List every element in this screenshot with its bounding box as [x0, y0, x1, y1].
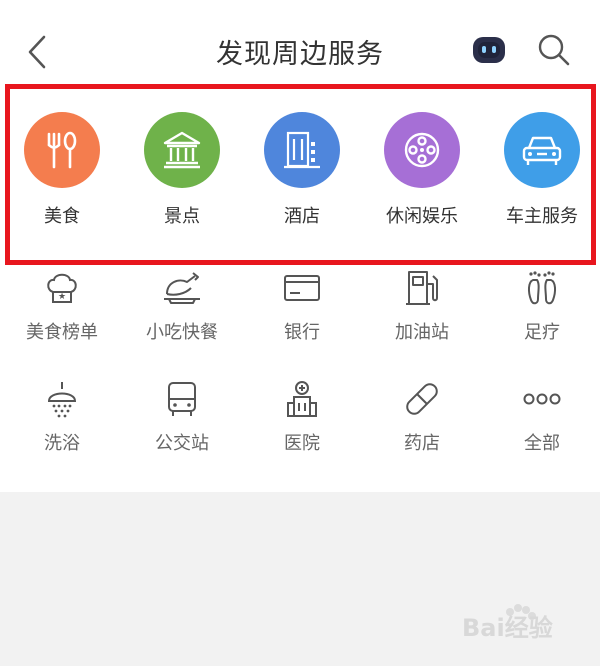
subcategory-label: 加油站	[395, 322, 449, 343]
subcategory-label: 医院	[284, 433, 320, 454]
bank-card-icon	[284, 275, 320, 301]
highlight-box	[5, 84, 596, 265]
svg-text:★: ★	[58, 292, 66, 302]
subcategory-all[interactable]: 全部	[487, 377, 597, 455]
footprints-icon	[527, 271, 557, 305]
subcategory-label: 银行	[284, 322, 320, 343]
subcategory-bank[interactable]: 银行	[247, 266, 357, 344]
subcategory-label: 小吃快餐	[146, 322, 218, 343]
search-icon[interactable]	[536, 32, 572, 68]
fuel-pump-icon	[406, 271, 438, 305]
subcategory-bath[interactable]: 洗浴	[7, 377, 117, 455]
shower-icon	[47, 382, 77, 418]
watermark-text: Bai经验	[462, 614, 553, 642]
subcategory-pharmacy[interactable]: 药店	[367, 377, 477, 455]
subcategory-label: 公交站	[155, 433, 209, 454]
hospital-icon	[287, 381, 317, 417]
subcategory-gas-station[interactable]: 加油站	[367, 266, 477, 344]
subcategory-snacks[interactable]: 小吃快餐	[127, 266, 237, 344]
subcategory-foot-massage[interactable]: 足疗	[487, 266, 597, 344]
subcategory-label: 美食榜单	[26, 322, 98, 343]
chef-hat-icon: ★	[47, 273, 77, 303]
subcategory-hospital[interactable]: 医院	[247, 377, 357, 455]
bus-icon	[168, 382, 196, 416]
more-dots-icon	[523, 393, 561, 405]
subcategory-food-ranking[interactable]: ★ 美食榜单	[7, 266, 117, 344]
subcategory-label: 全部	[524, 433, 560, 454]
subcategory-bus-stop[interactable]: 公交站	[127, 377, 237, 455]
subcategory-label: 洗浴	[44, 433, 80, 454]
robot-icon[interactable]	[471, 34, 507, 66]
subcategory-label: 药店	[404, 433, 440, 454]
page-title: 发现周边服务	[216, 39, 384, 70]
roast-chicken-icon	[164, 272, 200, 304]
pill-icon	[406, 383, 438, 415]
subcategory-label: 足疗	[524, 322, 560, 343]
